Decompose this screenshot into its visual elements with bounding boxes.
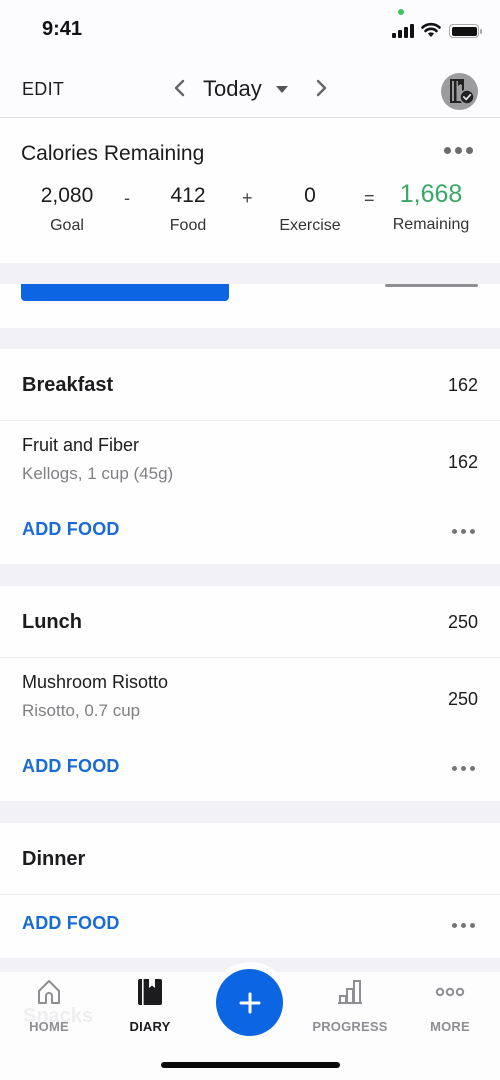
- more-dot: [444, 146, 451, 154]
- signal-icon: [392, 24, 416, 38]
- tab-progress[interactable]: PROGRESS: [305, 978, 395, 1034]
- more-dot: [461, 923, 466, 928]
- more-dots-icon: [435, 987, 465, 997]
- goal-stat: 2,080 Goal: [27, 184, 107, 235]
- hidden-meal-label: Snacks: [23, 1005, 94, 1027]
- meal-name: Breakfast: [22, 374, 114, 396]
- more-dot: [470, 923, 475, 928]
- remaining-stat: 1,668 Remaining: [386, 180, 476, 234]
- plus-icon: [239, 992, 260, 1013]
- progress-chart-icon: [338, 980, 362, 1004]
- quick-add-button[interactable]: [216, 969, 283, 1036]
- minus-operator: -: [124, 188, 130, 208]
- more-dot: [461, 766, 466, 771]
- food-description: Risotto, 0.7 cup: [22, 701, 141, 720]
- status-time: 9:41: [42, 18, 83, 40]
- food-entry[interactable]: Mushroom Risotto Risotto, 0.7 cup 250: [0, 658, 500, 738]
- tab-label: PROGRESS: [312, 1019, 388, 1034]
- meal-more-button[interactable]: [452, 766, 475, 771]
- chevron-right-icon[interactable]: [311, 76, 331, 100]
- battery-icon: [449, 24, 482, 38]
- more-dot: [452, 529, 457, 534]
- equals-operator: =: [364, 188, 375, 208]
- more-dot: [470, 766, 475, 771]
- meal-section-breakfast: Breakfast 162 Fruit and Fiber Kellogs, 1…: [0, 349, 500, 564]
- diary-header: EDIT Today: [0, 60, 500, 118]
- more-dot: [466, 146, 473, 154]
- meal-section-dinner: Dinner ADD FOOD: [0, 823, 500, 958]
- privacy-indicator-dot: [398, 9, 404, 15]
- more-dot: [470, 529, 475, 534]
- meal-name: Dinner: [22, 848, 86, 870]
- meal-section-lunch: Lunch 250 Mushroom Risotto Risotto, 0.7 …: [0, 586, 500, 801]
- remaining-value: 1,668: [399, 180, 463, 208]
- diary-icon: [138, 979, 162, 1005]
- partial-grey-underline: [385, 284, 478, 287]
- card-more-button[interactable]: [444, 144, 474, 156]
- food-calories: 250: [447, 689, 478, 709]
- more-dot: [452, 766, 457, 771]
- diary-status-avatar[interactable]: [441, 73, 478, 110]
- meal-name: Lunch: [22, 611, 82, 633]
- exercise-label: Exercise: [279, 217, 341, 234]
- food-description: Kellogs, 1 cup (45g): [22, 464, 174, 483]
- date-selector[interactable]: Today: [203, 76, 262, 102]
- meal-header[interactable]: Lunch 250: [0, 586, 500, 658]
- goal-label: Goal: [50, 217, 84, 234]
- food-name: Mushroom Risotto: [22, 672, 169, 692]
- exercise-value: 0: [304, 184, 316, 207]
- add-food-button[interactable]: ADD FOOD: [22, 756, 120, 777]
- food-entry[interactable]: Fruit and Fiber Kellogs, 1 cup (45g) 162: [0, 421, 500, 501]
- more-dot: [461, 529, 466, 534]
- more-dot: [455, 146, 462, 154]
- caret-down-icon[interactable]: [276, 86, 288, 93]
- calories-remaining-card: Calories Remaining 2,080 Goal - 412 Food…: [0, 118, 500, 263]
- meal-calories: 250: [447, 612, 478, 632]
- meal-footer: ADD FOOD: [0, 895, 500, 959]
- meal-header[interactable]: Dinner: [0, 823, 500, 895]
- food-calories: 162: [447, 452, 478, 472]
- goal-value: 2,080: [40, 184, 94, 207]
- food-label: Food: [169, 217, 207, 234]
- meal-more-button[interactable]: [452, 923, 475, 928]
- home-indicator[interactable]: [161, 1062, 340, 1068]
- scrolled-panel-fragment: [0, 284, 500, 328]
- plus-operator: +: [242, 188, 253, 208]
- food-value: 412: [170, 184, 206, 207]
- add-food-button[interactable]: ADD FOOD: [22, 913, 120, 934]
- remaining-label: Remaining: [392, 216, 470, 233]
- meal-calories: 162: [447, 375, 478, 395]
- tab-more[interactable]: MORE: [405, 978, 495, 1034]
- tab-label: DIARY: [129, 1019, 171, 1034]
- partial-blue-button[interactable]: [21, 284, 229, 301]
- add-food-button[interactable]: ADD FOOD: [22, 519, 120, 540]
- tab-diary[interactable]: DIARY: [105, 978, 195, 1034]
- status-bar: 9:41: [0, 0, 500, 60]
- meal-header[interactable]: Breakfast 162: [0, 349, 500, 421]
- food-stat: 412 Food: [148, 184, 228, 235]
- chevron-left-icon[interactable]: [170, 76, 190, 100]
- diary-check-icon: [450, 79, 475, 105]
- meal-footer: ADD FOOD: [0, 501, 500, 565]
- edit-button[interactable]: EDIT: [22, 79, 64, 100]
- meal-more-button[interactable]: [452, 529, 475, 534]
- food-name: Fruit and Fiber: [22, 435, 140, 455]
- home-icon: [38, 980, 60, 1004]
- tab-label: MORE: [430, 1019, 470, 1034]
- exercise-stat: 0 Exercise: [270, 184, 350, 235]
- wifi-icon: [421, 22, 441, 37]
- meal-footer: ADD FOOD: [0, 738, 500, 802]
- card-title: Calories Remaining: [21, 142, 205, 165]
- more-dot: [452, 923, 457, 928]
